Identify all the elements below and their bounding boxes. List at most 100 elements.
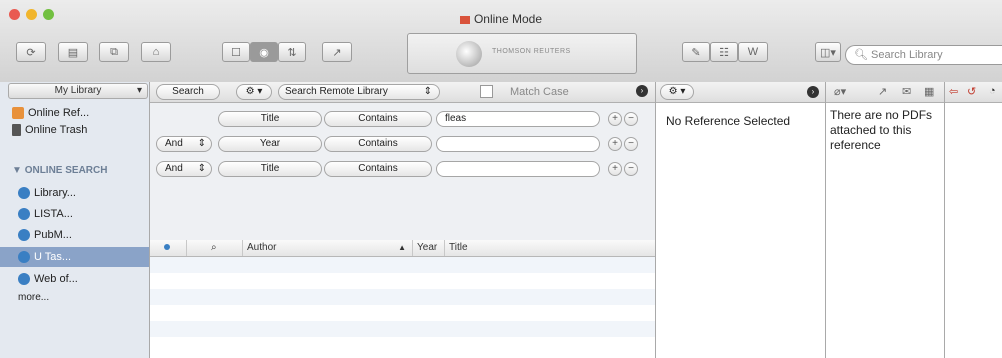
format-bibliography-icon: ☷ xyxy=(719,46,729,59)
pdf-pane-toolbar: ⌀▾ ↗ ✉ ▦ xyxy=(826,82,944,103)
rotate-button[interactable]: ↺ xyxy=(967,85,976,98)
sidebar-item-pubmed[interactable]: PubM... xyxy=(18,227,72,243)
grid-icon: ▦ xyxy=(924,86,935,98)
format-bibliography-button[interactable]: ☷ xyxy=(710,42,738,62)
local-mode-button[interactable]: ☐ xyxy=(222,42,250,62)
stepper-icon: ⇕ xyxy=(197,138,206,149)
envelope-icon: ✉ xyxy=(902,86,912,98)
layout-icon: ◫▾ xyxy=(820,46,836,59)
copy-to-library-button[interactable]: ⧉ xyxy=(99,42,129,62)
reference-pane-toolbar: ⚙ ▾ › xyxy=(656,82,825,103)
bool-select-3[interactable]: And ⇕ xyxy=(156,161,212,177)
match-case-label: Match Case xyxy=(510,86,569,98)
remove-row-button-2[interactable]: − xyxy=(624,137,638,151)
integrated-mode-button[interactable]: ⇅ xyxy=(278,42,306,62)
insert-citation-button[interactable]: ✎ xyxy=(682,42,710,62)
globe-icon xyxy=(18,187,30,200)
remove-row-button-3[interactable]: − xyxy=(624,162,638,176)
sidebar-item-online-trash[interactable]: Online Trash xyxy=(12,122,87,138)
sidebar-item-online-references[interactable]: Online Ref... xyxy=(12,105,89,121)
window-toolbar: Online Mode ⟳ ▤ ⧉ ⌂ ☐ ◉ ⇅ ↗ THOMSON REUT… xyxy=(0,0,1002,83)
operator-select-2[interactable]: Contains xyxy=(324,136,432,152)
attachment-column[interactable]: ⌕ xyxy=(186,240,242,256)
brand-logo-icon xyxy=(456,41,482,67)
globe-icon: ◉ xyxy=(259,46,269,59)
search-icon: 🔍︎ xyxy=(854,49,868,61)
search-button[interactable]: Search xyxy=(156,84,220,100)
search-options-menu[interactable]: ⚙ ▾ xyxy=(236,84,272,100)
pdf-pane: ⌀▾ ↗ ✉ ▦ There are no PDFs attached to t… xyxy=(826,82,945,358)
author-column-header[interactable]: Author ▲ xyxy=(242,240,412,256)
search-toolbar: Search ⚙ ▾ Search Remote Library ⇕ Match … xyxy=(150,82,655,103)
operator-select-1[interactable]: Contains xyxy=(324,111,432,127)
sync-button[interactable]: ⟳ xyxy=(16,42,46,62)
results-column-header: ⌕ Author ▲ Year Title xyxy=(150,240,655,257)
expand-pane-button[interactable]: › xyxy=(807,86,819,98)
remote-library-select[interactable]: Search Remote Library ⇕ xyxy=(278,84,440,100)
annotation-pane: ⇦ ↺ ◔ xyxy=(945,82,1002,358)
sidebar-item-lista[interactable]: LISTA... xyxy=(18,206,73,222)
collapse-search-button[interactable]: › xyxy=(636,85,648,97)
arrow-icon: › xyxy=(640,86,644,95)
read-status-column[interactable] xyxy=(150,240,186,256)
copy-icon: ⧉ xyxy=(110,45,118,58)
square-icon: ☐ xyxy=(231,46,241,59)
add-row-button-1[interactable]: + xyxy=(608,112,622,126)
insert-citation-icon: ✎ xyxy=(691,46,701,59)
search-library-input[interactable]: 🔍︎ Search Library xyxy=(845,45,1002,65)
table-row xyxy=(150,337,655,353)
chevron-down-icon: ▾ xyxy=(136,85,142,96)
sync-icon: ⟳ xyxy=(26,46,36,59)
search-value-input-3[interactable] xyxy=(436,161,600,177)
my-library-header[interactable]: My Library ▾ xyxy=(8,83,148,99)
open-pdf-button[interactable]: ↗ xyxy=(878,85,887,98)
pdf-more-button[interactable]: ▦ xyxy=(924,85,934,98)
search-value-input-2[interactable] xyxy=(436,136,600,152)
previous-page-button[interactable]: ⇦ xyxy=(949,85,958,98)
layout-menu-button[interactable]: ◫▾ xyxy=(815,42,841,62)
sidebar: My Library ▾ Online Ref... Online Trash ▼… xyxy=(0,82,150,358)
paperclip-icon: ⌀▾ xyxy=(834,86,847,98)
thomson-reuters-logo: THOMSON REUTERS xyxy=(407,33,637,74)
match-case-checkbox[interactable] xyxy=(480,85,493,98)
remove-row-button-1[interactable]: − xyxy=(624,112,638,126)
new-reference-button[interactable]: ↗ xyxy=(322,42,352,62)
add-row-button-2[interactable]: + xyxy=(608,137,622,151)
sidebar-more-link[interactable]: more... xyxy=(18,290,49,306)
online-search-section[interactable]: ▼ ONLINE SEARCH xyxy=(12,163,107,179)
sidebar-item-web-of-science[interactable]: Web of... xyxy=(18,271,78,287)
globe-icon xyxy=(18,273,30,286)
field-select-2[interactable]: Year xyxy=(218,136,322,152)
new-reference-icon: ↗ xyxy=(332,46,342,59)
sidebar-item-u-tas[interactable]: U Tas... xyxy=(18,249,71,265)
local-library-button[interactable]: ▤ xyxy=(58,42,88,62)
add-row-button-3[interactable]: + xyxy=(608,162,622,176)
field-select-1[interactable]: Title xyxy=(218,111,322,127)
operator-select-3[interactable]: Contains xyxy=(324,161,432,177)
gear-icon: ⚙ ▾ xyxy=(245,86,263,97)
gear-icon: ⚙ ▾ xyxy=(668,86,686,97)
bool-select-2[interactable]: And ⇕ xyxy=(156,136,212,152)
field-select-3[interactable]: Title xyxy=(218,161,322,177)
return-to-word-button[interactable]: W xyxy=(738,42,768,62)
comment-button[interactable]: ◔ xyxy=(989,85,996,97)
table-row xyxy=(150,273,655,289)
search-criteria-area: Title Contains fleas + − And ⇕ Year Conta… xyxy=(150,103,655,241)
search-value-input-1[interactable]: fleas xyxy=(436,111,600,127)
globe-icon xyxy=(18,208,30,221)
brand-text: THOMSON REUTERS xyxy=(492,48,571,55)
table-row xyxy=(150,289,655,305)
email-pdf-button[interactable]: ✉ xyxy=(902,85,911,98)
table-row xyxy=(150,305,655,321)
sidebar-item-library[interactable]: Library... xyxy=(18,185,76,201)
title-column-header[interactable]: Title xyxy=(444,240,655,256)
home-icon: ⌂ xyxy=(152,46,160,58)
no-pdf-message: There are no PDFs attached to this refer… xyxy=(830,108,933,152)
online-mode-button[interactable]: ◉ xyxy=(250,42,278,62)
search-and-results-pane: Search ⚙ ▾ Search Remote Library ⇕ Match … xyxy=(150,82,656,358)
year-column-header[interactable]: Year xyxy=(412,240,444,256)
reference-options-menu[interactable]: ⚙ ▾ xyxy=(660,84,694,100)
library-icon: ▤ xyxy=(67,46,79,59)
attach-file-menu[interactable]: ⌀▾ xyxy=(834,85,846,98)
home-button[interactable]: ⌂ xyxy=(141,42,171,62)
